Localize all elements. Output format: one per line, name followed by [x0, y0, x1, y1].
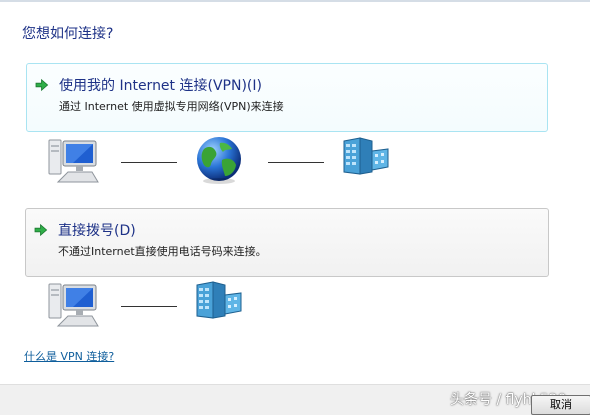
option-vpn-connection[interactable]: 使用我的 Internet 连接(VPN)(I) 通过 Internet 使用虚… — [26, 63, 548, 132]
network-building-icon — [343, 137, 389, 175]
page-heading: 您想如何连接? — [22, 26, 114, 42]
option-description: 不通过Internet直接使用电话号码来连接。 — [58, 245, 267, 258]
connection-line — [121, 162, 177, 163]
top-divider — [0, 0, 590, 2]
computer-icon — [48, 139, 99, 183]
connection-line — [121, 306, 177, 307]
option-title: 使用我的 Internet 连接(VPN)(I) — [59, 78, 262, 94]
globe-icon — [197, 137, 241, 184]
network-building-icon — [196, 281, 242, 319]
option-title: 直接拨号(D) — [58, 223, 136, 239]
green-arrow-icon — [35, 78, 49, 92]
green-arrow-icon — [34, 223, 48, 237]
option-description: 通过 Internet 使用虚拟专用网络(VPN)来连接 — [59, 100, 284, 113]
what-is-vpn-link[interactable]: 什么是 VPN 连接? — [24, 348, 114, 364]
connection-line — [268, 162, 324, 163]
cancel-button[interactable]: 取消 — [531, 395, 590, 415]
option-direct-dial[interactable]: 直接拨号(D) 不通过Internet直接使用电话号码来连接。 — [25, 208, 549, 277]
computer-icon — [48, 283, 99, 327]
